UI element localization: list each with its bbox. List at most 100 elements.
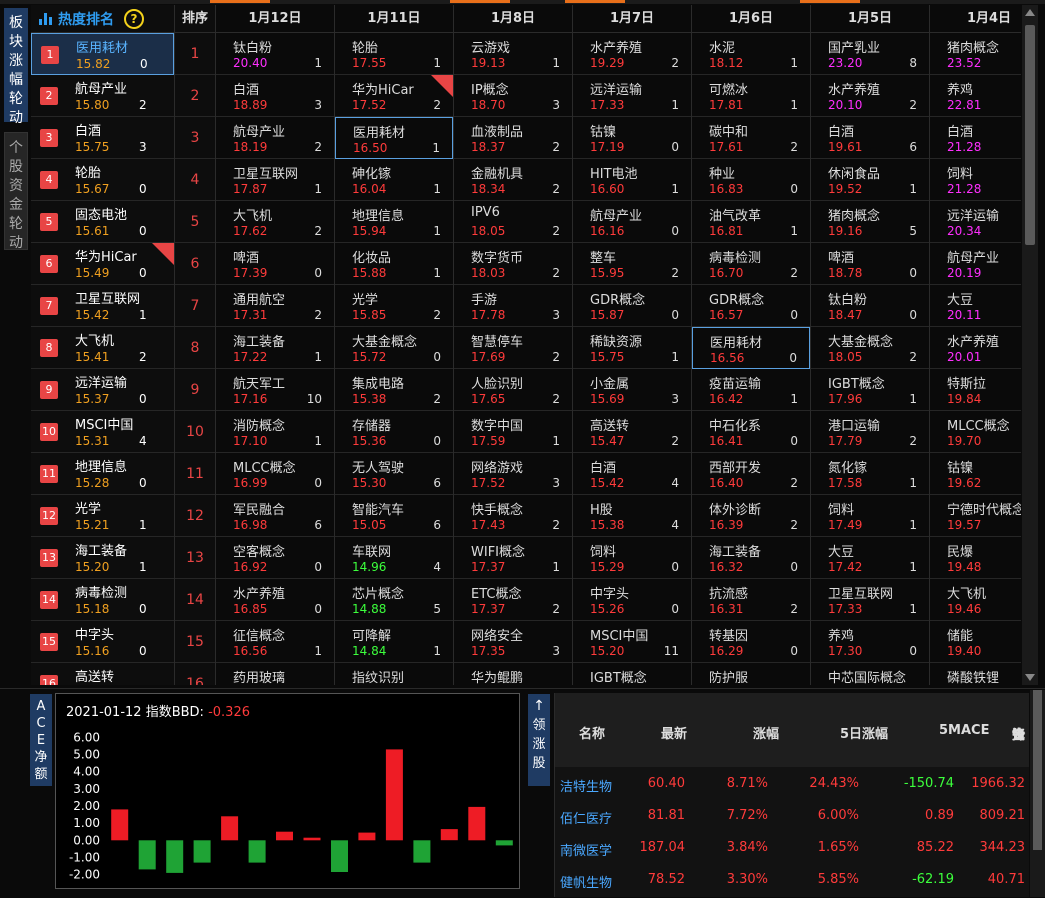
scroll-thumb[interactable]	[1033, 690, 1042, 850]
bbd-bar[interactable]	[413, 840, 431, 863]
sector-cell[interactable]: 砷化镓 16.04 1	[335, 159, 453, 201]
sector-cell[interactable]: 存储器 15.36 0	[335, 411, 453, 453]
sector-cell[interactable]: 集成电路 15.38 2	[335, 369, 453, 411]
sector-cell[interactable]: 金融机具 18.34 2	[454, 159, 572, 201]
tab-stock-fund-rotation[interactable]: 个股资金轮动	[4, 132, 28, 251]
sector-cell[interactable]: HIT电池 16.60 1	[573, 159, 691, 201]
sector-cell[interactable]: 抗流感 16.31 2	[692, 579, 810, 621]
sector-cell[interactable]: 指纹识别	[335, 663, 453, 685]
sector-cell[interactable]: 空客概念 16.92 0	[216, 537, 334, 579]
sector-cell[interactable]: 转基因 16.29 0	[692, 621, 810, 663]
order-header[interactable]: 排序	[175, 5, 215, 33]
sector-cell[interactable]: 水泥 18.12 1	[692, 33, 810, 75]
rank-row[interactable]: 1 医用耗材 15.82 0	[31, 33, 174, 75]
sector-cell[interactable]: 手游 17.78 3	[454, 285, 572, 327]
rank-row[interactable]: 14 病毒检测 15.18 0	[31, 579, 174, 621]
sector-cell[interactable]: 稀缺资源 15.75 1	[573, 327, 691, 369]
sector-cell[interactable]: 中石化系 16.41 0	[692, 411, 810, 453]
sector-cell[interactable]: 卫星互联网 17.33 1	[811, 579, 929, 621]
col-change-header[interactable]: 涨幅	[753, 723, 779, 742]
bbd-bar[interactable]	[193, 840, 211, 863]
vertical-scrollbar[interactable]	[1022, 5, 1038, 685]
sector-cell[interactable]: 光学 15.85 2	[335, 285, 453, 327]
sector-cell[interactable]: 白酒 19.61 6	[811, 117, 929, 159]
sector-cell[interactable]: IP概念 18.70 3	[454, 75, 572, 117]
stock-name[interactable]: 洁特生物	[560, 776, 612, 795]
sector-cell[interactable]: 大豆20.112	[930, 285, 1021, 327]
sector-cell[interactable]: 航天军工 17.16 10	[216, 369, 334, 411]
bbd-bar[interactable]	[166, 840, 184, 873]
sector-cell[interactable]: 西部开发 16.40 2	[692, 453, 810, 495]
sector-cell[interactable]: 海工装备 17.22 1	[216, 327, 334, 369]
sector-cell[interactable]: 快手概念 17.43 2	[454, 495, 572, 537]
sector-cell[interactable]: 啤酒 17.39 0	[216, 243, 334, 285]
sector-cell[interactable]: 水产养殖 20.10 2	[811, 75, 929, 117]
sector-cell[interactable]: 钴镍19.621	[930, 453, 1021, 495]
rank-row[interactable]: 13 海工装备 15.20 1	[31, 537, 174, 579]
bbd-bar[interactable]	[468, 806, 486, 841]
sector-cell[interactable]: 车联网 14.96 4	[335, 537, 453, 579]
sector-cell[interactable]: 饲料21.284	[930, 159, 1021, 201]
sector-cell[interactable]: 疫苗运输 16.42 1	[692, 369, 810, 411]
right-scrollbar[interactable]	[1030, 690, 1045, 897]
rank-row[interactable]: 5 固态电池 15.61 0	[31, 201, 174, 243]
sector-cell[interactable]: 水产养殖20.011	[930, 327, 1021, 369]
sector-cell[interactable]: 大基金概念 15.72 0	[335, 327, 453, 369]
rank-row[interactable]: 3 白酒 15.75 3	[31, 117, 174, 159]
sector-cell[interactable]: 航母产业 18.19 2	[216, 117, 334, 159]
sector-cell[interactable]: 油气改革 16.81 1	[692, 201, 810, 243]
bbd-bar[interactable]	[358, 832, 376, 841]
table-row[interactable]: 南微医学 187.04 3.84% 1.65% 85.22 344.23	[555, 831, 1029, 863]
table-row[interactable]: 佰仁医疗 81.81 7.72% 6.00% 0.89 809.21	[555, 799, 1029, 831]
sector-cell[interactable]: 白酒 18.89 3	[216, 75, 334, 117]
sector-cell[interactable]: 轮胎 17.55 1	[335, 33, 453, 75]
sector-cell[interactable]: 猪肉概念23.521	[930, 33, 1021, 75]
bbd-bar[interactable]	[111, 809, 129, 841]
sector-cell[interactable]: 药用玻璃	[216, 663, 334, 685]
sector-cell[interactable]: 华为鲲鹏	[454, 663, 572, 685]
sector-cell[interactable]: 小金属 15.69 3	[573, 369, 691, 411]
sector-cell[interactable]: 体外诊断 16.39 2	[692, 495, 810, 537]
sector-cell[interactable]: 氮化镓 17.58 1	[811, 453, 929, 495]
sector-cell[interactable]: 种业 16.83 0	[692, 159, 810, 201]
rank-row[interactable]: 15 中字头 15.16 0	[31, 621, 174, 663]
tab-leading-stocks[interactable]: ↑ 领涨股	[528, 694, 550, 786]
sector-cell[interactable]: 可降解 14.84 1	[335, 621, 453, 663]
bbd-bar[interactable]	[138, 840, 156, 870]
date-header[interactable]: 1月7日	[573, 5, 691, 33]
sector-cell[interactable]: 特斯拉19.841	[930, 369, 1021, 411]
bbd-bar[interactable]	[440, 829, 458, 841]
rank-row[interactable]: 11 地理信息 15.28 0	[31, 453, 174, 495]
sector-cell[interactable]: 通用航空 17.31 2	[216, 285, 334, 327]
sector-cell[interactable]: 可燃冰 17.81 1	[692, 75, 810, 117]
sector-cell[interactable]: 航母产业 16.16 0	[573, 201, 691, 243]
sector-cell[interactable]: 猪肉概念 19.16 5	[811, 201, 929, 243]
sector-cell[interactable]: H股 15.38 4	[573, 495, 691, 537]
sector-cell[interactable]: IGBT概念 17.96 1	[811, 369, 929, 411]
sector-cell[interactable]: 大飞机19.466	[930, 579, 1021, 621]
sector-cell[interactable]: 华为HiCar 17.52 2	[335, 75, 453, 117]
sector-cell[interactable]: 磷酸铁锂	[930, 663, 1021, 685]
date-header[interactable]: 1月5日	[811, 5, 929, 33]
sector-cell[interactable]: 宁德时代概念19.577	[930, 495, 1021, 537]
sector-cell[interactable]: 防护服	[692, 663, 810, 685]
sector-cell[interactable]: 白酒21.289	[930, 117, 1021, 159]
sector-cell[interactable]: 养鸡 17.30 0	[811, 621, 929, 663]
sector-cell[interactable]: 病毒检测 16.70 2	[692, 243, 810, 285]
sector-cell[interactable]: 卫星互联网 17.87 1	[216, 159, 334, 201]
sector-cell[interactable]: 白酒 15.42 4	[573, 453, 691, 495]
sector-cell[interactable]: 远洋运输 17.33 1	[573, 75, 691, 117]
bbd-bar[interactable]	[221, 816, 239, 841]
sector-cell[interactable]: 化妆品 15.88 1	[335, 243, 453, 285]
sector-cell[interactable]: 水产养殖 16.85 0	[216, 579, 334, 621]
sector-cell[interactable]: WIFI概念 17.37 1	[454, 537, 572, 579]
sector-cell[interactable]: 医用耗材 16.56 0	[692, 327, 810, 369]
sector-cell[interactable]: 人脸识别 17.65 2	[454, 369, 572, 411]
bbd-bar[interactable]	[248, 840, 266, 863]
sector-cell[interactable]: 港口运输 17.79 2	[811, 411, 929, 453]
help-icon[interactable]: ?	[124, 8, 144, 29]
sector-cell[interactable]: 大飞机 17.62 2	[216, 201, 334, 243]
rank-row[interactable]: 16 高送转	[31, 663, 174, 685]
sector-cell[interactable]: 整车 15.95 2	[573, 243, 691, 285]
sector-cell[interactable]: 钛白粉 18.47 0	[811, 285, 929, 327]
